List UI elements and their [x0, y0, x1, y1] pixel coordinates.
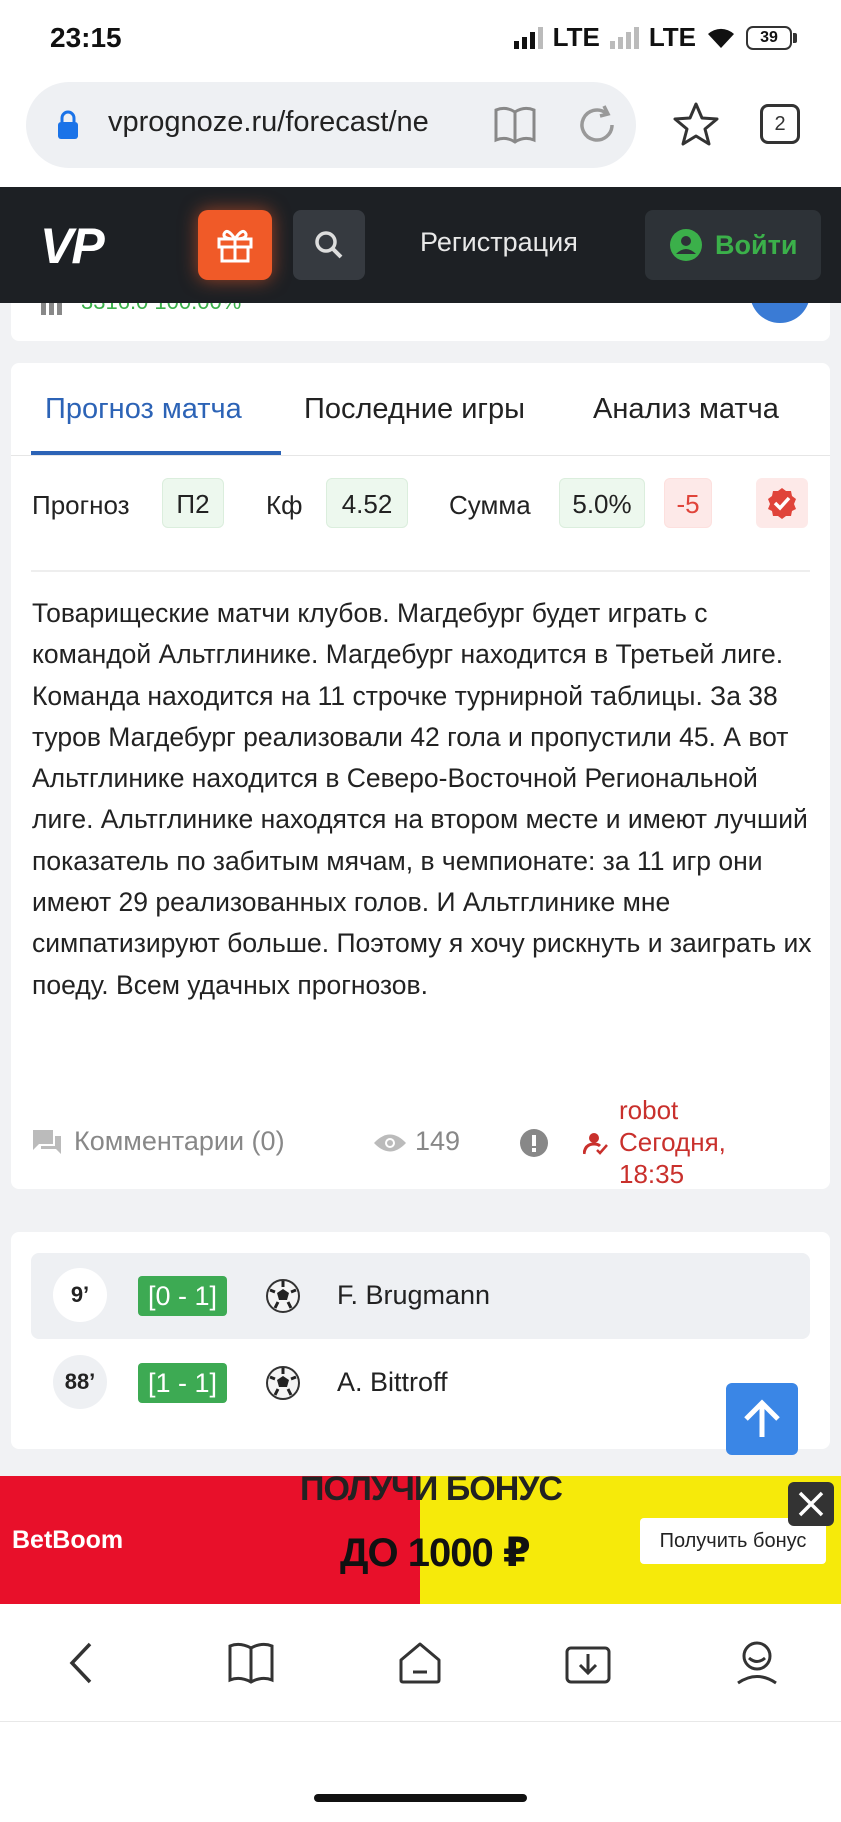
soccer-ball-icon — [266, 1366, 300, 1400]
tab-last-games[interactable]: Последние игры — [304, 393, 525, 426]
home-icon[interactable] — [395, 1638, 445, 1688]
previous-avatar — [750, 303, 810, 323]
eye-icon — [374, 1134, 406, 1152]
event-score: [0 - 1] — [138, 1276, 228, 1316]
network-type: LTE — [648, 22, 696, 52]
views-count: 149 — [415, 1126, 461, 1156]
stats-bars-icon — [41, 303, 62, 315]
author-icon — [583, 1133, 608, 1155]
register-link[interactable]: Регистрация — [420, 227, 578, 258]
close-ad-button[interactable] — [788, 1482, 834, 1526]
stake-label: Сумма — [449, 490, 531, 520]
match-events-card: 9’ [0 - 1] F. Brugmann 88’ [1 - 1] A. Bi… — [11, 1232, 830, 1449]
result-value: -5 — [664, 478, 712, 528]
event-player: F. Brugmann — [337, 1280, 491, 1310]
signal-icon — [513, 26, 543, 49]
search-button[interactable] — [293, 210, 365, 280]
comments-icon[interactable] — [31, 1128, 63, 1158]
close-icon — [798, 1491, 824, 1517]
browser-toolbar: vprognoze.ru/forecast/ne 2 — [0, 76, 841, 187]
previous-stats: 3316.0 100.00% — [81, 303, 241, 315]
event-score: [1 - 1] — [138, 1363, 228, 1403]
home-indicator[interactable] — [314, 1794, 527, 1802]
arrow-up-icon — [744, 1399, 780, 1437]
back-icon[interactable] — [58, 1638, 108, 1688]
forecast-card: Прогноз матча Последние игры Анализ матч… — [11, 363, 830, 1189]
book-icon[interactable] — [226, 1638, 276, 1688]
reader-icon[interactable] — [492, 102, 538, 148]
event-row: 88’ [1 - 1] A. Bittroff — [31, 1340, 810, 1426]
author-info: robot Сегодня, 18:35 — [619, 1094, 789, 1190]
login-label: Войти — [715, 229, 798, 260]
status-time: 23:15 — [50, 22, 122, 53]
reload-icon[interactable] — [574, 102, 620, 148]
forecast-stats: Прогноз П2 Кф 4.52 Сумма 5.0% -5 — [11, 478, 830, 530]
battery-level: 39 — [746, 25, 792, 50]
address-bar[interactable]: vprognoze.ru/forecast/ne — [26, 82, 636, 168]
banner-promo-line2: ДО 1000 ₽ — [340, 1531, 531, 1575]
stake-value: 5.0% — [559, 478, 645, 528]
prediction-label: Прогноз — [32, 490, 130, 520]
result-badge — [756, 478, 808, 528]
ad-banner[interactable]: BetBoom ПОЛУЧИ БОНУС ДО 1000 ₽ Получить … — [0, 1476, 841, 1604]
odds-label: Кф — [266, 490, 303, 520]
site-header: VP Регистрация Войти — [0, 187, 841, 303]
warning-icon[interactable] — [519, 1128, 549, 1158]
star-icon[interactable] — [672, 100, 720, 148]
gift-icon — [217, 229, 253, 263]
author-name[interactable]: robot — [619, 1094, 789, 1126]
battery-icon: 39 — [746, 25, 797, 50]
previous-card: 3316.0 100.00% — [11, 303, 830, 341]
search-icon — [315, 231, 343, 259]
signal-icon — [609, 26, 639, 49]
browser-bottom-bar — [0, 1604, 841, 1722]
forecast-text: Товарищеские матчи клубов. Магдебург буд… — [32, 598, 812, 1000]
login-button[interactable]: Войти — [645, 210, 821, 280]
comments-link[interactable]: Комментарии (0) — [74, 1126, 285, 1157]
url-text[interactable]: vprognoze.ru/forecast/ne — [108, 106, 488, 139]
divider — [11, 455, 830, 456]
site-logo[interactable]: VP — [40, 217, 105, 275]
status-indicators: LTE LTE 39 — [513, 22, 797, 53]
soccer-ball-icon — [266, 1279, 300, 1313]
prediction-value: П2 — [162, 478, 224, 528]
divider — [31, 570, 810, 572]
odds-value: 4.52 — [326, 478, 408, 528]
tab-match-analysis[interactable]: Анализ матча — [593, 393, 779, 426]
event-minute: 9’ — [53, 1268, 107, 1322]
download-icon[interactable] — [563, 1638, 613, 1688]
post-time: Сегодня, 18:35 — [619, 1127, 726, 1189]
forecast-footer: Комментарии (0) 149 robot Сегодня, 18:35 — [11, 1088, 830, 1190]
scroll-to-top-button[interactable] — [726, 1383, 798, 1455]
gift-button[interactable] — [198, 210, 272, 280]
wifi-icon — [708, 28, 734, 48]
tab-forecast[interactable]: Прогноз матча — [45, 393, 242, 426]
lock-icon — [58, 110, 78, 139]
tabs-count-button[interactable]: 2 — [760, 104, 800, 144]
check-badge-icon — [768, 488, 796, 519]
event-row: 9’ [0 - 1] F. Brugmann — [31, 1253, 810, 1339]
event-minute: 88’ — [53, 1355, 107, 1409]
status-bar: 23:15 LTE LTE 39 — [0, 0, 841, 76]
banner-brand: BetBoom — [12, 1526, 124, 1554]
profile-icon[interactable] — [732, 1638, 782, 1688]
network-type: LTE — [552, 22, 600, 52]
system-nav-area — [0, 1722, 841, 1822]
event-player: A. Bittroff — [337, 1367, 448, 1397]
banner-promo-line1: ПОЛУЧИ БОНУС — [300, 1476, 563, 1508]
user-icon — [670, 229, 702, 261]
